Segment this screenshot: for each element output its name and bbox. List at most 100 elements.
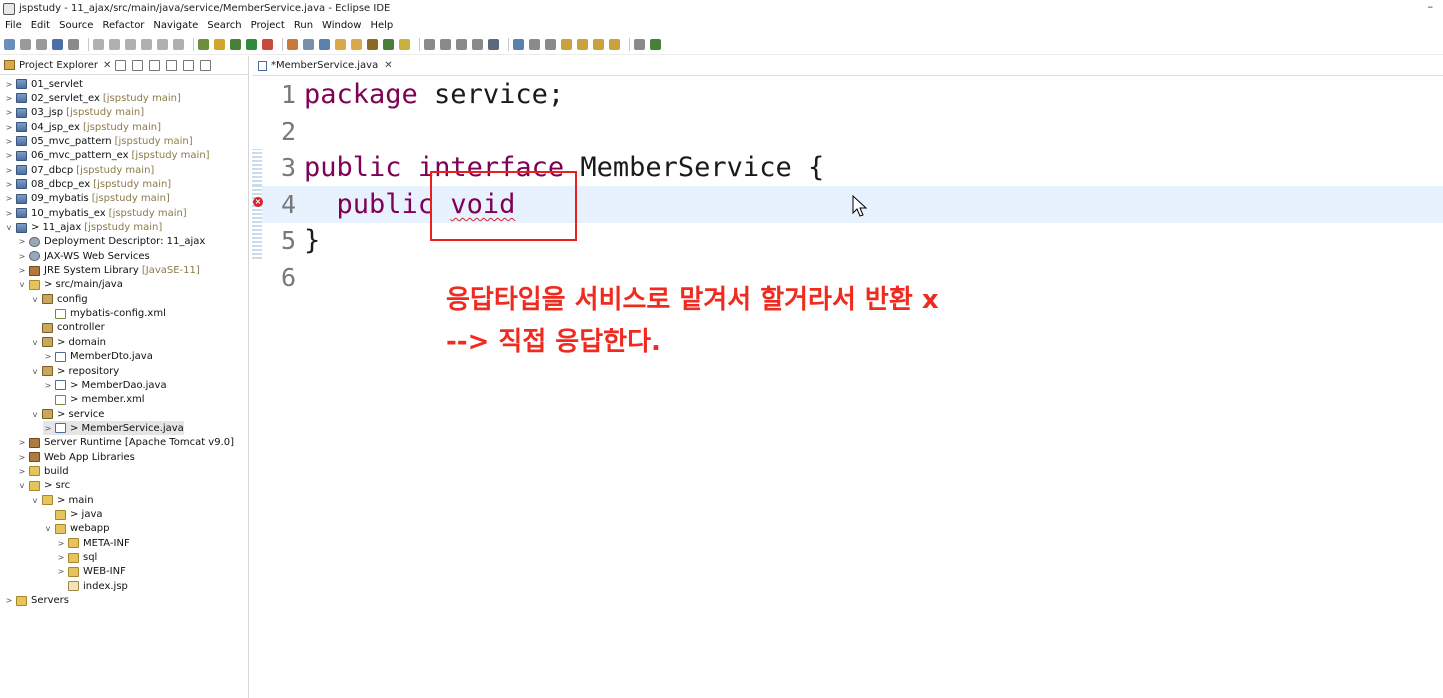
chevron-down-icon[interactable]: v (4, 223, 14, 232)
block-select-icon[interactable] (440, 39, 451, 50)
chevron-down-icon[interactable]: v (30, 410, 40, 419)
filter-icon[interactable] (149, 60, 160, 71)
terminate-icon[interactable] (125, 39, 136, 50)
chevron-right-icon[interactable]: > (4, 151, 14, 160)
tree-item[interactable]: >05_mvc_pattern [jspstudy main] (4, 134, 193, 148)
tree-item[interactable]: >10_mybatis_ex [jspstudy main] (4, 206, 187, 220)
step-return-icon[interactable] (198, 39, 209, 50)
tree-item[interactable]: > JRE System Library [JavaSE-11] (17, 264, 200, 278)
chevron-down-icon[interactable]: v (17, 280, 27, 289)
tree-item[interactable]: >07_dbcp [jspstudy main] (4, 163, 155, 177)
highlight-icon[interactable] (399, 39, 410, 50)
chevron-right-icon[interactable]: > (17, 467, 27, 476)
menu-project[interactable]: Project (251, 20, 285, 31)
coverage-icon[interactable] (287, 39, 298, 50)
menu-refactor[interactable]: Refactor (102, 20, 144, 31)
tree-item[interactable]: >01_servlet (4, 77, 83, 91)
prev-annotation-icon[interactable] (545, 39, 556, 50)
menu-run[interactable]: Run (294, 20, 313, 31)
tree-item[interactable]: > > MemberDao.java (43, 378, 167, 392)
new-class-icon[interactable] (319, 39, 330, 50)
globe-icon[interactable] (488, 39, 499, 50)
next-annotation-icon[interactable] (529, 39, 540, 50)
tree-item[interactable]: > Web App Libraries (17, 450, 135, 464)
disconnect-icon[interactable] (141, 39, 152, 50)
view-menu-icon[interactable] (166, 60, 177, 71)
maximize-view-icon[interactable] (200, 60, 211, 71)
tree-item[interactable]: v > domain (30, 335, 106, 349)
chevron-right-icon[interactable]: > (4, 123, 14, 132)
open-task-icon[interactable] (351, 39, 362, 50)
tree-item[interactable]: > JAX-WS Web Services (17, 249, 150, 263)
search-icon[interactable] (367, 39, 378, 50)
tree-item[interactable]: > java (43, 508, 103, 522)
show-whitespace-icon[interactable] (424, 39, 435, 50)
last-edit-icon[interactable] (561, 39, 572, 50)
refactor-icon[interactable] (513, 39, 524, 50)
tree-item[interactable]: >06_mvc_pattern_ex [jspstudy main] (4, 149, 210, 163)
annotation-next-icon[interactable] (383, 39, 394, 50)
chevron-right-icon[interactable]: > (17, 237, 27, 246)
chevron-right-icon[interactable]: > (4, 94, 14, 103)
tree-item[interactable]: v > main (30, 493, 94, 507)
external-tools-icon[interactable] (262, 39, 273, 50)
resume-icon[interactable] (93, 39, 104, 50)
suspend-icon[interactable] (109, 39, 120, 50)
tree-item[interactable]: >09_mybatis [jspstudy main] (4, 192, 170, 206)
chevron-right-icon[interactable]: > (17, 266, 27, 275)
chevron-right-icon[interactable]: > (56, 553, 66, 562)
tree-item[interactable]: v > src (17, 479, 71, 493)
tree-item[interactable]: mybatis-config.xml (43, 307, 166, 321)
terminal-icon[interactable] (52, 39, 63, 50)
menu-navigate[interactable]: Navigate (153, 20, 198, 31)
tree-item[interactable]: v > repository (30, 364, 120, 378)
save-icon[interactable] (20, 39, 31, 50)
menu-search[interactable]: Search (207, 20, 241, 31)
menu-help[interactable]: Help (370, 20, 393, 31)
tree-item[interactable]: v webapp (43, 522, 110, 536)
tab-memberservice-java[interactable]: *MemberService.java ✕ (258, 60, 393, 71)
menu-source[interactable]: Source (59, 20, 93, 31)
perspective-icon[interactable] (634, 39, 645, 50)
open-perspective-icon[interactable] (650, 39, 661, 50)
forward-icon[interactable] (593, 39, 604, 50)
run-icon[interactable] (246, 39, 257, 50)
word-wrap-icon[interactable] (456, 39, 467, 50)
tree-item[interactable]: > MemberDto.java (43, 350, 153, 364)
chevron-down-icon[interactable]: v (30, 338, 40, 347)
new-server-icon[interactable] (303, 39, 314, 50)
chevron-right-icon[interactable]: > (4, 80, 14, 89)
skip-breakpoints-icon[interactable] (68, 39, 79, 50)
tree-item[interactable]: > build (17, 464, 69, 478)
error-icon[interactable]: × (253, 196, 263, 207)
minimize-button[interactable]: – (1428, 0, 1434, 13)
tree-item[interactable]: > Deployment Descriptor: 11_ajax (17, 235, 206, 249)
chevron-down-icon[interactable]: v (30, 367, 40, 376)
step-over-icon[interactable] (173, 39, 184, 50)
chevron-right-icon[interactable]: > (4, 108, 14, 117)
menu-edit[interactable]: Edit (31, 20, 50, 31)
new-icon[interactable] (4, 39, 15, 50)
tree-item[interactable]: > sql (56, 551, 98, 565)
chevron-right-icon[interactable]: > (4, 180, 14, 189)
debug-icon[interactable] (230, 39, 241, 50)
tree-item[interactable]: v > service (30, 407, 105, 421)
chevron-down-icon[interactable]: v (43, 524, 53, 533)
chevron-right-icon[interactable]: > (4, 596, 14, 605)
tree-item[interactable]: >03_jsp [jspstudy main] (4, 106, 144, 120)
chevron-right-icon[interactable]: > (43, 424, 53, 433)
chevron-down-icon[interactable]: v (30, 295, 40, 304)
tab-project-explorer[interactable]: Project Explorer ✕ (4, 60, 111, 71)
code-line[interactable]: 2 (252, 113, 1443, 150)
step-into-icon[interactable] (157, 39, 168, 50)
tree-item[interactable]: >02_servlet_ex [jspstudy main] (4, 91, 181, 105)
tree-item[interactable]: > Server Runtime [Apache Tomcat v9.0] (17, 436, 234, 450)
menu-window[interactable]: Window (322, 20, 361, 31)
code-line[interactable]: 1 package service; (252, 76, 1443, 113)
close-icon[interactable]: ✕ (103, 60, 111, 71)
tree-item[interactable]: >08_dbcp_ex [jspstudy main] (4, 177, 172, 191)
chevron-right-icon[interactable]: > (56, 539, 66, 548)
collapse-all-icon[interactable] (115, 60, 126, 71)
close-icon[interactable]: ✕ (384, 60, 392, 71)
tree-item[interactable]: > member.xml (43, 393, 145, 407)
